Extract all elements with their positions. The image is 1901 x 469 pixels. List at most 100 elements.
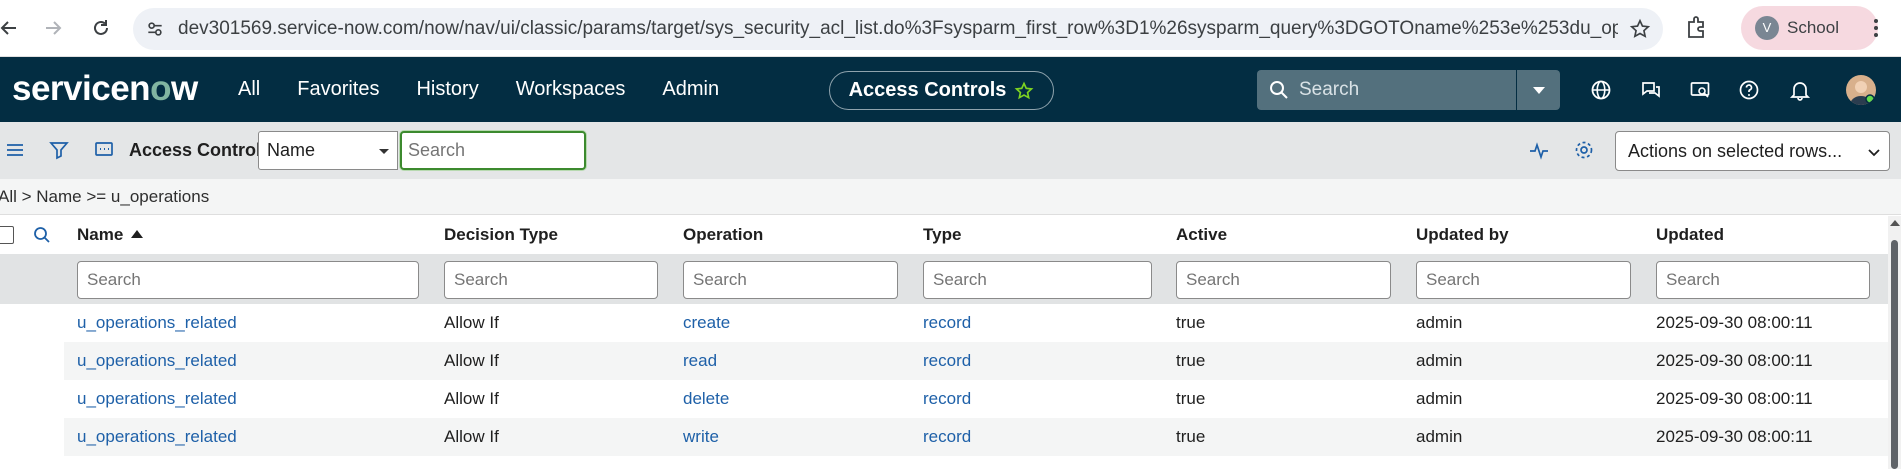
forward-icon[interactable] (38, 13, 68, 43)
cell-active: true (1176, 313, 1206, 332)
context-title: Access Controls (848, 79, 1007, 101)
cell-name-link[interactable]: u_operations_related (77, 418, 237, 456)
cell-name-link[interactable]: u_operations_related (77, 304, 237, 342)
nav-all[interactable]: All (238, 57, 260, 122)
chat-icon[interactable] (1640, 79, 1662, 101)
search-scope-dropdown[interactable] (1516, 70, 1560, 110)
cell-name-link[interactable]: u_operations_related (77, 380, 237, 418)
cell-operation-link[interactable]: create (683, 304, 730, 342)
cell-updated: 2025-09-30 08:00:11 (1656, 427, 1813, 446)
extensions-icon[interactable] (1685, 15, 1709, 41)
column-header-updated[interactable]: Updated (1656, 216, 1724, 254)
browser-chrome: dev301569.service-now.com/now/nav/ui/cla… (0, 0, 1901, 57)
activity-pulse-icon[interactable] (1528, 139, 1550, 161)
cell-decision-type: Allow If (444, 351, 499, 370)
context-title-pill[interactable]: Access Controls (829, 71, 1054, 110)
select-all-checkbox[interactable] (0, 226, 14, 244)
search-updated-input[interactable] (1656, 261, 1870, 299)
search-updated-by-input[interactable] (1416, 261, 1631, 299)
table-row: u_operations_related Allow If create rec… (0, 304, 1890, 342)
actions-select-label: Actions on selected rows... (1628, 141, 1843, 161)
column-header-name[interactable]: Name (77, 216, 144, 254)
breadcrumb-text[interactable]: All > Name >= u_operations (0, 187, 209, 206)
cell-type-link[interactable]: record (923, 418, 971, 456)
cell-updated-by: admin (1416, 427, 1463, 446)
column-search-row (0, 254, 1890, 304)
scrollbar-thumb[interactable] (1891, 240, 1898, 469)
favorite-star-icon[interactable] (1014, 81, 1034, 101)
cell-decision-type: Allow If (444, 427, 499, 446)
profile-avatar: V (1755, 16, 1779, 40)
sort-ascending-icon (131, 230, 144, 238)
search-icon (1270, 81, 1288, 99)
search-icon[interactable] (33, 226, 51, 244)
help-icon[interactable] (1738, 79, 1760, 101)
servicenow-header: servicenow All Favorites History Workspa… (0, 57, 1901, 122)
column-header-active[interactable]: Active (1176, 216, 1227, 254)
address-bar[interactable]: dev301569.service-now.com/now/nav/ui/cla… (133, 8, 1663, 50)
cell-updated-by: admin (1416, 389, 1463, 408)
notifications-bell-icon[interactable] (1789, 79, 1811, 101)
search-decision-type-input[interactable] (444, 261, 658, 299)
profile-button[interactable]: V School (1741, 6, 1878, 50)
cell-active: true (1176, 351, 1206, 370)
reload-icon[interactable] (86, 13, 116, 43)
bookmark-star-icon[interactable] (1629, 18, 1651, 40)
actions-on-selected-rows-select[interactable]: Actions on selected rows... (1615, 131, 1890, 171)
cell-type-link[interactable]: record (923, 304, 971, 342)
browser-menu-icon[interactable] (1866, 16, 1886, 40)
table-row: u_operations_related Allow If write reco… (0, 418, 1890, 456)
nav-workspaces[interactable]: Workspaces (516, 57, 626, 122)
list-search-input[interactable] (400, 131, 586, 170)
nav-admin[interactable]: Admin (662, 57, 719, 122)
nav-favorites[interactable]: Favorites (297, 57, 379, 122)
list-toolbar: Access Controls Name Actions on selected… (0, 122, 1901, 179)
cell-operation-link[interactable]: write (683, 418, 719, 456)
column-header-updated-by[interactable]: Updated by (1416, 216, 1509, 254)
search-active-input[interactable] (1176, 261, 1391, 299)
column-header-decision-type[interactable]: Decision Type (444, 216, 558, 254)
table-row: u_operations_related Allow If read recor… (0, 342, 1890, 380)
filter-icon[interactable] (48, 139, 70, 161)
user-avatar[interactable] (1846, 75, 1876, 105)
nav-history[interactable]: History (416, 57, 478, 122)
cell-name-link[interactable]: u_operations_related (77, 342, 237, 380)
cell-operation-link[interactable]: delete (683, 380, 729, 418)
cell-updated-by: admin (1416, 351, 1463, 370)
column-header-operation[interactable]: Operation (683, 216, 763, 254)
chevron-down-icon (1868, 149, 1880, 157)
cell-type-link[interactable]: record (923, 342, 971, 380)
cell-decision-type: Allow If (444, 313, 499, 332)
breadcrumb: All > Name >= u_operations (0, 179, 1901, 215)
cell-decision-type: Allow If (444, 389, 499, 408)
servicenow-logo[interactable]: servicenow (12, 69, 198, 109)
search-operation-input[interactable] (683, 261, 898, 299)
cell-active: true (1176, 427, 1206, 446)
table-header: Name Decision Type Operation Type Active… (0, 216, 1890, 254)
cell-operation-link[interactable]: read (683, 342, 717, 380)
back-icon[interactable] (0, 13, 24, 43)
globe-icon[interactable] (1590, 79, 1612, 101)
search-field-value: Name (267, 140, 316, 160)
hamburger-menu-icon[interactable] (4, 139, 26, 161)
scroll-up-arrow-icon[interactable] (1890, 220, 1900, 226)
search-type-input[interactable] (923, 261, 1152, 299)
cell-type-link[interactable]: record (923, 380, 971, 418)
site-info-icon[interactable] (143, 17, 167, 41)
table-row: u_operations_related Allow If delete rec… (0, 380, 1890, 418)
cell-updated-by: admin (1416, 313, 1463, 332)
search-name-input[interactable] (77, 261, 419, 299)
cell-updated: 2025-09-30 08:00:11 (1656, 313, 1813, 332)
chevron-down-icon (379, 149, 389, 154)
screen-inspect-icon[interactable] (1689, 79, 1711, 101)
column-header-type[interactable]: Type (923, 216, 961, 254)
search-field-select[interactable]: Name (258, 131, 398, 170)
vertical-scrollbar[interactable] (1888, 216, 1901, 469)
global-search-input[interactable]: Search (1257, 70, 1524, 110)
global-search-placeholder: Search (1299, 79, 1360, 100)
list-context-menu-icon[interactable] (93, 139, 115, 161)
gear-icon[interactable] (1573, 139, 1595, 161)
profile-name: School (1787, 18, 1839, 37)
url-text[interactable]: dev301569.service-now.com/now/nav/ui/cla… (178, 8, 1618, 50)
list-title[interactable]: Access Controls (129, 122, 271, 179)
